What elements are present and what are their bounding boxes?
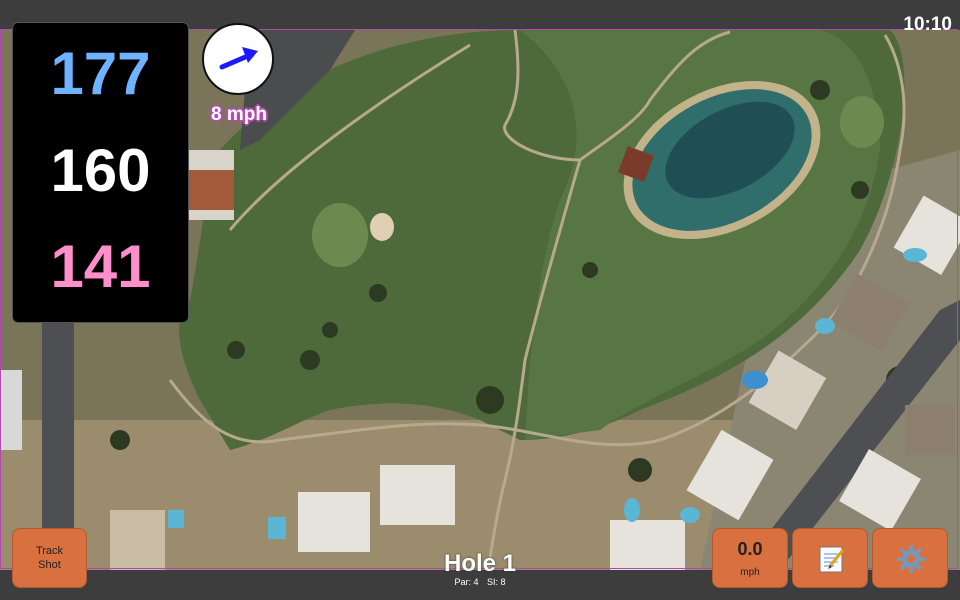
speed-button[interactable]: 0.0 mph bbox=[712, 528, 788, 588]
center-distance: 160 bbox=[50, 137, 151, 204]
wind-arrow-icon bbox=[219, 47, 258, 70]
hole-stroke-index: SI: 8 bbox=[487, 577, 506, 587]
notepad-icon bbox=[819, 546, 845, 573]
gear-icon bbox=[897, 545, 925, 573]
distance-panel: 177 160 141 bbox=[12, 22, 189, 323]
speed-unit: mph bbox=[740, 567, 760, 578]
front-distance: 141 bbox=[50, 233, 151, 300]
hole-par: Par: 4 bbox=[454, 577, 479, 587]
track-shot-label: Track Shot bbox=[35, 545, 64, 571]
track-shot-button[interactable]: Track Shot bbox=[12, 528, 87, 588]
wind-speed-label: 8 mph bbox=[211, 104, 267, 125]
settings-button[interactable] bbox=[872, 528, 948, 588]
back-distance: 177 bbox=[50, 40, 151, 107]
hole-title: Hole 1 bbox=[443, 550, 517, 577]
notes-button[interactable] bbox=[792, 528, 868, 588]
speed-value: 0.0 bbox=[737, 539, 763, 559]
status-clock: 10:10 bbox=[903, 14, 952, 35]
wind-indicator[interactable] bbox=[202, 23, 274, 95]
hole-info: Par: 4 SI: 8 bbox=[380, 577, 580, 587]
